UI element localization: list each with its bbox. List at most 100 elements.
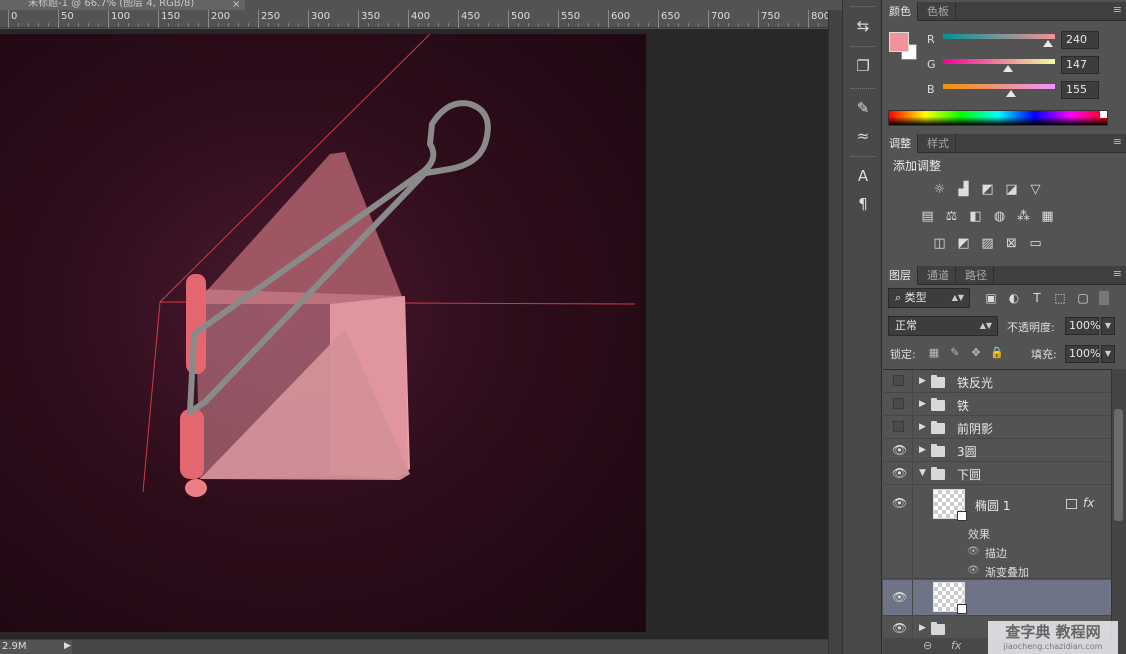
layer-visibility[interactable]: 👁 xyxy=(883,617,913,640)
filter-toggle-icon[interactable] xyxy=(1099,291,1109,305)
tab-paths[interactable]: 路径 xyxy=(959,266,994,285)
layer-visibility[interactable]: 👁 xyxy=(883,485,913,578)
layer-visibility[interactable] xyxy=(883,370,913,392)
canvas-area[interactable] xyxy=(0,29,828,639)
effect-gradient-overlay[interactable]: 渐变叠加 xyxy=(985,564,1029,580)
layer-visibility[interactable] xyxy=(883,416,913,438)
visibility-off-icon[interactable] xyxy=(893,375,904,386)
layer-row-group[interactable]: ▶ 前阴影 xyxy=(883,416,1111,439)
expand-triangle-icon[interactable]: ▶ xyxy=(919,422,926,432)
layers-panel-menu-icon[interactable]: ≡ xyxy=(1113,267,1122,280)
visibility-off-icon[interactable] xyxy=(893,421,904,432)
exposure-icon[interactable]: ◪ xyxy=(1003,181,1020,198)
artboard[interactable] xyxy=(0,34,646,632)
filter-smart-object-icon[interactable]: ▢ xyxy=(1075,290,1091,306)
fx-icon[interactable]: fx xyxy=(1083,496,1094,510)
layer-row-group[interactable]: ▶ 铁 xyxy=(883,393,1111,416)
eye-icon[interactable]: 👁 xyxy=(892,443,907,457)
channel-b-value[interactable]: 155 xyxy=(1061,81,1099,99)
curves-icon[interactable]: ◩ xyxy=(979,181,996,198)
link-layers-icon[interactable]: ⊖ xyxy=(923,638,932,654)
layer-visibility[interactable]: 👁 xyxy=(883,462,913,484)
color-lookup-icon[interactable]: ▦ xyxy=(1039,208,1056,225)
eye-icon[interactable]: 👁 xyxy=(892,496,907,510)
paragraph-icon[interactable]: ¶ xyxy=(851,192,875,216)
status-menu-arrow-icon[interactable]: ▶ xyxy=(64,641,71,651)
photo-filter-icon[interactable]: ◍ xyxy=(991,208,1008,225)
eye-icon[interactable]: 👁 xyxy=(967,565,980,576)
3d-icon[interactable]: ❐ xyxy=(851,54,875,78)
filter-pixel-icon[interactable]: ▣ xyxy=(983,290,999,306)
posterize-icon[interactable]: ◩ xyxy=(955,235,972,252)
layer-filter-dropdown[interactable]: ⌕ 类型 ▲▼ xyxy=(888,288,970,308)
document-tab[interactable]: 未标题-1 @ 66.7% (图层 4, RGB/8) xyxy=(0,0,245,10)
layer-visibility[interactable]: 👁 xyxy=(883,580,913,615)
invert-icon[interactable]: ◫ xyxy=(931,235,948,252)
opacity-input[interactable]: 100% xyxy=(1065,317,1100,335)
fill-input[interactable]: 100% xyxy=(1065,345,1100,363)
layer-row-ellipse[interactable]: 👁 椭圆 1 fx 效果 👁 描边 👁 渐变叠加 xyxy=(883,485,1111,579)
vibrance-icon[interactable]: ▽ xyxy=(1027,181,1044,198)
expand-triangle-icon[interactable]: ▶ xyxy=(919,399,926,409)
collapse-triangle-icon[interactable]: ▼ xyxy=(919,468,926,478)
tab-channels[interactable]: 通道 xyxy=(921,266,956,285)
layer-row-selected[interactable]: 👁 xyxy=(883,580,1111,616)
canvas-vertical-scrollbar[interactable] xyxy=(828,10,842,654)
color-balance-icon[interactable]: ⚖ xyxy=(943,208,960,225)
lock-paint-icon[interactable]: ✎ xyxy=(948,346,962,360)
adjust-panel-menu-icon[interactable]: ≡ xyxy=(1113,135,1122,148)
tab-swatches[interactable]: 色板 xyxy=(921,2,956,21)
channel-r-value[interactable]: 240 xyxy=(1061,31,1099,49)
eye-icon[interactable]: 👁 xyxy=(892,590,907,604)
lock-transparent-icon[interactable]: ▦ xyxy=(927,346,941,360)
expand-triangle-icon[interactable]: ▶ xyxy=(919,376,926,386)
smart-filter-icon[interactable] xyxy=(1066,499,1077,509)
gradient-map-icon[interactable]: ▭ xyxy=(1027,235,1044,252)
history-icon[interactable]: ⇆ xyxy=(851,14,875,38)
opacity-chevron-down-icon[interactable]: ▼ xyxy=(1101,317,1115,335)
channel-r-slider[interactable] xyxy=(943,34,1055,39)
levels-icon[interactable]: ▟ xyxy=(955,181,972,198)
layer-row-group[interactable]: ▶ 铁反光 xyxy=(883,370,1111,393)
layers-scrollbar[interactable] xyxy=(1111,369,1126,654)
spectrum-white-swatch[interactable] xyxy=(1100,111,1107,118)
dock-grip[interactable] xyxy=(851,46,875,48)
channel-g-slider[interactable] xyxy=(943,59,1055,64)
lock-all-icon[interactable]: 🔒 xyxy=(990,346,1004,360)
color-panel-menu-icon[interactable]: ≡ xyxy=(1113,3,1122,16)
character-icon[interactable]: A xyxy=(851,164,875,188)
expand-triangle-icon[interactable]: ▶ xyxy=(919,623,926,633)
blend-mode-dropdown[interactable]: 正常 ▲▼ xyxy=(888,316,998,336)
channel-b-thumb[interactable] xyxy=(1006,90,1017,97)
brush-presets-icon[interactable]: ✎ xyxy=(851,96,875,120)
add-style-fx-icon[interactable]: fx xyxy=(951,638,961,654)
brightness-icon[interactable]: ☼ xyxy=(931,181,948,198)
tab-color[interactable]: 颜色 xyxy=(883,2,918,21)
channel-r-thumb[interactable] xyxy=(1043,40,1054,47)
filter-adjustment-icon[interactable]: ◐ xyxy=(1006,290,1022,306)
expand-triangle-icon[interactable]: ▶ xyxy=(919,445,926,455)
hue-sat-icon[interactable]: ▤ xyxy=(919,208,936,225)
dock-grip[interactable] xyxy=(851,6,875,8)
threshold-icon[interactable]: ▨ xyxy=(979,235,996,252)
layer-row-group[interactable]: 👁 ▼ 下圆 xyxy=(883,462,1111,485)
black-white-icon[interactable]: ◧ xyxy=(967,208,984,225)
eye-icon[interactable]: 👁 xyxy=(892,621,907,635)
brush-settings-icon[interactable]: ≈ xyxy=(851,124,875,148)
tab-layers[interactable]: 图层 xyxy=(883,266,918,285)
effect-stroke[interactable]: 描边 xyxy=(985,545,1007,561)
channel-mixer-icon[interactable]: ⁂ xyxy=(1015,208,1032,225)
layer-visibility[interactable] xyxy=(883,393,913,415)
tab-styles[interactable]: 样式 xyxy=(921,134,956,153)
document-close-icon[interactable]: × xyxy=(232,0,240,10)
channel-b-slider[interactable] xyxy=(943,84,1055,89)
color-spectrum[interactable] xyxy=(888,110,1108,126)
layers-scroll-thumb[interactable] xyxy=(1114,409,1123,521)
layer-visibility[interactable]: 👁 xyxy=(883,439,913,461)
channel-g-value[interactable]: 147 xyxy=(1061,56,1099,74)
dock-grip[interactable] xyxy=(851,88,875,90)
selective-color-icon[interactable]: ⊠ xyxy=(1003,235,1020,252)
lock-position-icon[interactable]: ✥ xyxy=(969,346,983,360)
tab-adjustments[interactable]: 调整 xyxy=(883,134,918,153)
fill-chevron-down-icon[interactable]: ▼ xyxy=(1101,345,1115,363)
